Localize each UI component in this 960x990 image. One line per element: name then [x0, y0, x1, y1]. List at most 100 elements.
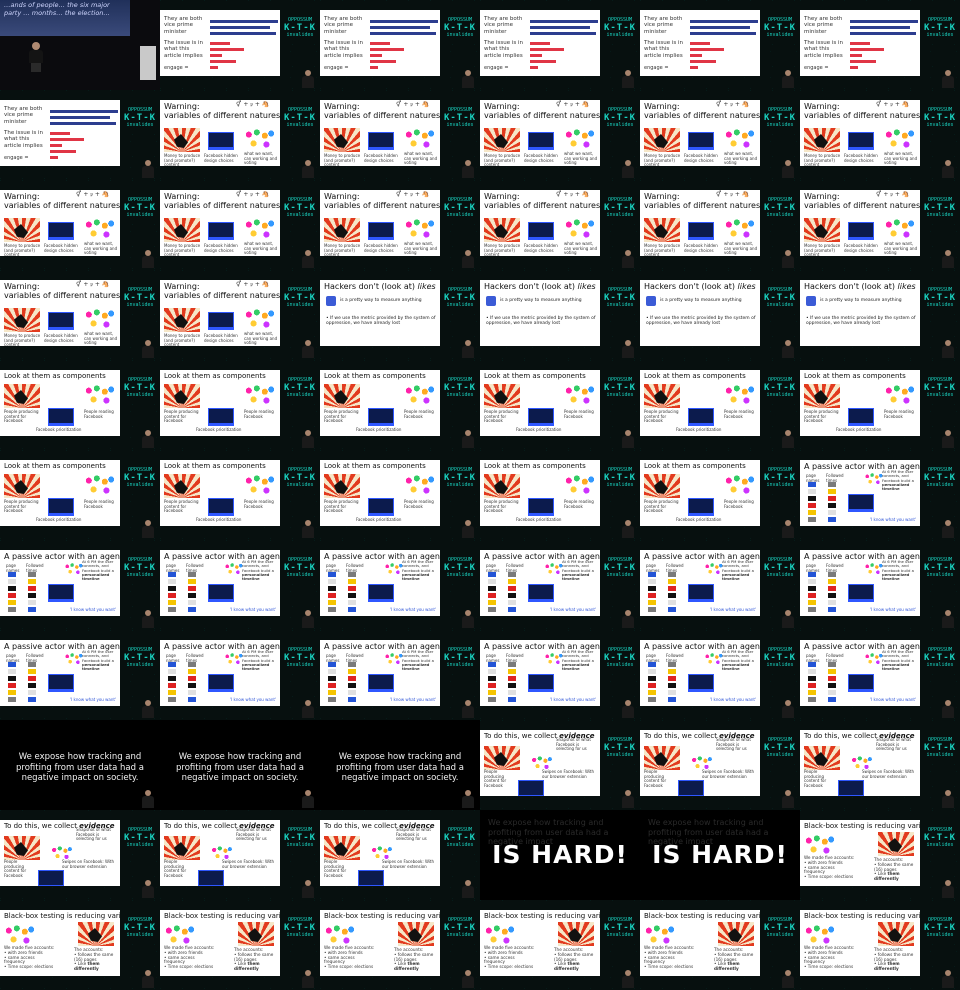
video-frame[interactable]: We expose how tracking and profiting fro… — [320, 720, 480, 810]
video-frame[interactable]: Warning: variables of different natures ⚥ … — [320, 90, 480, 180]
video-frame[interactable]: Warning: variables of different natures ⚥ … — [160, 90, 320, 180]
video-frame[interactable]: Black-box testing is reducing variables W… — [800, 900, 960, 990]
video-frame[interactable]: Hackers don't (look at) likes is a pretty… — [320, 270, 480, 360]
video-frame[interactable]: Look at them as components People produci… — [640, 360, 800, 450]
video-frame[interactable]: We expose how tracking and profiting fro… — [0, 720, 160, 810]
video-frame[interactable]: We expose how tracking and profiting fro… — [480, 810, 640, 900]
producer-illustration — [644, 384, 680, 408]
video-frame[interactable]: Look at them as components People produci… — [320, 360, 480, 450]
video-frame[interactable]: Warning: variables of different natures ⚥ … — [480, 180, 640, 270]
video-frame[interactable]: Black-box testing is reducing variables W… — [480, 900, 640, 990]
video-frame[interactable]: A passive actor with an agenda page names… — [480, 540, 640, 630]
video-frame[interactable]: Look at them as components People produci… — [0, 450, 160, 540]
video-frame[interactable]: A passive actor with an agenda page names… — [320, 540, 480, 630]
video-frame[interactable]: Look at them as components People produci… — [160, 360, 320, 450]
video-frame[interactable]: A passive actor with an agenda page names… — [640, 540, 800, 630]
slide-components: Look at them as components People produci… — [480, 370, 600, 436]
video-frame[interactable]: To do this, we collect evidence People pr… — [480, 720, 640, 810]
video-frame[interactable]: Warning: variables of different natures ⚥ … — [160, 180, 320, 270]
video-frame[interactable]: Look at them as components People produci… — [480, 360, 640, 450]
slide-passive: A passive actor with an agenda page names… — [480, 640, 600, 706]
video-frame[interactable]: To do this, we collect evidence People pr… — [0, 810, 160, 900]
video-frame[interactable]: Warning: variables of different natures ⚥ … — [640, 180, 800, 270]
video-frame[interactable]: We expose how tracking and profiting fro… — [640, 810, 800, 900]
video-frame[interactable]: A passive actor with an agenda page names… — [160, 540, 320, 630]
video-frame[interactable]: They are both vice prime minister The iss… — [480, 0, 640, 90]
video-frame[interactable]: They are both vice prime minister The iss… — [0, 90, 160, 180]
time-thumb — [828, 489, 836, 494]
video-frame[interactable]: Warning: variables of different natures ⚥ … — [0, 180, 160, 270]
video-frame[interactable]: A passive actor with an agenda page names… — [480, 630, 640, 720]
video-frame[interactable]: A passive actor with an agenda page names… — [800, 450, 960, 540]
video-frame[interactable]: Hackers don't (look at) likes is a pretty… — [800, 270, 960, 360]
video-frame[interactable]: A passive actor with an agenda page names… — [800, 630, 960, 720]
video-frame[interactable]: Look at them as components People produci… — [800, 360, 960, 450]
video-frame[interactable]: Look at them as components People produci… — [320, 450, 480, 540]
video-frame[interactable]: They are both vice prime minister The iss… — [800, 0, 960, 90]
title-prefix: To do this, we collect — [164, 822, 240, 830]
logo-watermark: OPPOSSUM K-T-K invalides — [920, 917, 960, 952]
crowd-illustration — [244, 308, 276, 330]
user-illustration — [704, 652, 724, 666]
video-frame[interactable]: To do this, we collect evidence People pr… — [160, 810, 320, 900]
time-thumbnails — [508, 572, 520, 614]
video-frame[interactable]: A passive actor with an agenda page names… — [800, 540, 960, 630]
video-frame[interactable]: Warning: variables of different natures ⚥ … — [640, 90, 800, 180]
video-frame[interactable]: Black-box testing is reducing variables W… — [0, 900, 160, 990]
time-thumbnails — [508, 662, 520, 704]
poll-bar — [210, 60, 236, 63]
agenda-box — [528, 674, 554, 692]
video-frame[interactable]: A passive actor with an agenda page names… — [640, 630, 800, 720]
logo-bottom-text: invalides — [766, 302, 794, 309]
video-frame[interactable]: Warning: variables of different natures ⚥ … — [320, 180, 480, 270]
video-frame[interactable]: To do this, we collect evidence People pr… — [640, 720, 800, 810]
video-frame[interactable]: We expose how tracking and profiting fro… — [160, 720, 320, 810]
video-frame[interactable]: A passive actor with an agenda page names… — [320, 630, 480, 720]
time-thumbnails — [668, 662, 680, 704]
bullet-2: • If we use the metric provided by the s… — [646, 316, 756, 327]
logo-bottom-text: invalides — [606, 932, 634, 939]
video-frame[interactable]: Look at them as components People produci… — [160, 450, 320, 540]
video-frame[interactable]: Black-box testing is reducing variables W… — [160, 900, 320, 990]
agenda-box — [848, 584, 874, 602]
caption-money: Money to produce (and promote?) content — [4, 333, 41, 346]
caption-snapshot: Snapshot of what Facebook is selecting f… — [716, 737, 751, 752]
note-bold: personalized timeline — [402, 572, 430, 582]
caption-readers: People reading Facebook — [564, 499, 594, 509]
video-frame[interactable]: Look at them as components People produci… — [0, 360, 160, 450]
video-frame[interactable]: A passive actor with an agenda page names… — [160, 630, 320, 720]
video-frame[interactable]: Black-box testing is reducing variables W… — [800, 810, 960, 900]
video-frame[interactable]: Black-box testing is reducing variables W… — [640, 900, 800, 990]
video-frame[interactable]: Warning: variables of different natures ⚥ … — [800, 180, 960, 270]
video-frame[interactable]: Hackers don't (look at) likes is a pretty… — [640, 270, 800, 360]
logo-watermark: OPPOSSUM K-T-K invalides — [760, 647, 800, 682]
time-thumb — [828, 600, 836, 605]
page-thumb — [8, 669, 16, 674]
video-frame[interactable]: Look at them as components People produci… — [480, 450, 640, 540]
video-frame[interactable]: Black-box testing is reducing variables W… — [320, 900, 480, 990]
caption-design: Facebook hidden design choices — [364, 153, 398, 163]
caption-producers: People producing content for Facebook — [4, 859, 27, 878]
video-frame[interactable]: Hackers don't (look at) likes is a pretty… — [480, 270, 640, 360]
video-frame[interactable]: To do this, we collect evidence People pr… — [320, 810, 480, 900]
logo-bottom-text: invalides — [286, 932, 314, 939]
caption-extension: Swipes on Facebook: With our browser ext… — [222, 859, 275, 869]
pages-illustration — [78, 922, 114, 946]
slide-components: Look at them as components People produci… — [800, 370, 920, 436]
video-frame[interactable]: They are both vice prime minister The iss… — [160, 0, 320, 90]
video-frame[interactable]: …ands of people… the six major party … m… — [0, 0, 160, 90]
presenter-figure — [942, 160, 954, 178]
video-frame[interactable]: They are both vice prime minister The iss… — [640, 0, 800, 90]
logo-bottom-text: invalides — [606, 32, 634, 39]
video-frame[interactable]: To do this, we collect evidence People pr… — [800, 720, 960, 810]
video-frame[interactable]: Warning: variables of different natures ⚥ … — [480, 90, 640, 180]
video-frame[interactable]: A passive actor with an agenda page names… — [0, 630, 160, 720]
video-frame[interactable]: Warning: variables of different natures ⚥ … — [160, 270, 320, 360]
video-frame[interactable]: Warning: variables of different natures ⚥ … — [800, 90, 960, 180]
video-frame[interactable]: Look at them as components People produci… — [640, 450, 800, 540]
video-frame[interactable]: They are both vice prime minister The iss… — [320, 0, 480, 90]
video-frame[interactable]: Warning: variables of different natures ⚥ … — [0, 270, 160, 360]
caption-money: Money to produce (and promote?) content — [324, 243, 361, 256]
video-frame[interactable]: A passive actor with an agenda page names… — [0, 540, 160, 630]
caption-readers: People reading Facebook — [724, 409, 754, 419]
